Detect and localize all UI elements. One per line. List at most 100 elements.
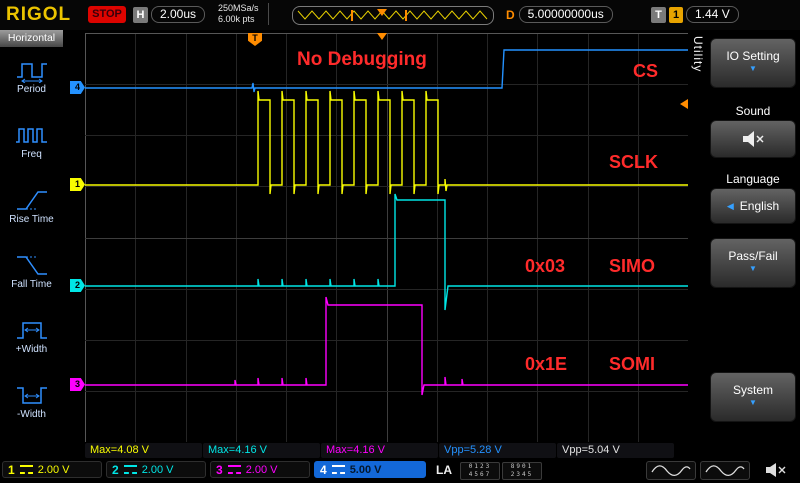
annotation-simo: SIMO [609, 256, 656, 276]
menu-item-minus-width[interactable]: -Width [0, 377, 63, 441]
source-waveform-slot-2[interactable] [700, 461, 750, 480]
channel2-marker[interactable]: 2 [70, 279, 85, 292]
menu-item-label: Rise Time [9, 214, 54, 225]
logic-analyzer-label[interactable]: LA [436, 463, 452, 477]
channel4-number: 4 [320, 462, 327, 477]
delay-position-marker-icon[interactable] [377, 33, 387, 40]
period-icon [16, 63, 47, 83]
io-setting-button[interactable]: IO Setting ▼ [710, 38, 796, 88]
dc-coupling-icon [227, 465, 241, 474]
menu-item-fall-time[interactable]: Fall Time [0, 247, 63, 311]
trigger-level-value[interactable]: 1.44 V [686, 6, 739, 23]
menu-item-label: -Width [17, 409, 46, 420]
waveform-display-area: T No Debugging CS SCLK 0x03 SIMO 0x1E SO… [85, 33, 688, 442]
annotation-cs: CS [633, 61, 659, 81]
fall-time-icon [16, 256, 47, 275]
acquisition-info: 250MSa/s 6.00k pts [218, 3, 269, 25]
menu-item-label: Period [17, 84, 46, 95]
channel4-marker[interactable]: 4 [70, 81, 85, 94]
la-row: 8901 [510, 463, 534, 470]
channel3-marker[interactable]: 3 [70, 378, 85, 391]
speaker-mute-icon [766, 463, 786, 477]
memory-position-bar[interactable] [292, 6, 494, 25]
channel2-number: 2 [112, 462, 119, 477]
h-scale-value[interactable]: 2.00us [151, 6, 206, 23]
menu-item-freq[interactable]: Freq [0, 117, 63, 181]
chevron-down-icon: ▼ [749, 398, 757, 407]
dc-coupling-icon [19, 465, 33, 474]
channel1-number: 1 [8, 462, 15, 477]
la-row: 4567 [468, 471, 492, 478]
annotation-simo-hex: 0x03 [525, 256, 566, 276]
utility-tab: Utility [691, 36, 705, 73]
delay-label: D [506, 7, 515, 22]
measurement-vpp: Vpp=5.04 V [557, 443, 674, 458]
utility-softkey-menu: Utility IO Setting ▼ Sound Language ◀ En… [688, 30, 800, 443]
waveform-plot [85, 49, 688, 396]
left-menu-title: Horizontal [0, 30, 63, 47]
channel4-scale: 5.00 V [349, 463, 382, 476]
chevron-left-icon: ◀ [726, 200, 734, 211]
dc-coupling-icon [331, 465, 345, 474]
io-setting-label: IO Setting [726, 49, 780, 63]
trigger-group: T 1 1.44 V [651, 6, 739, 23]
measurement-ch3-max: Max=4.16 V [321, 443, 438, 458]
horizontal-scale-group: H 2.00us [133, 6, 206, 23]
dc-coupling-icon [123, 465, 137, 474]
memory-window-bracket-left [351, 10, 353, 21]
channel4-status[interactable]: 4 5.00 V [314, 461, 426, 478]
menu-item-plus-width[interactable]: +Width [0, 312, 63, 376]
la-digital-channels-high[interactable]: 8901 2345 [502, 462, 542, 480]
chevron-down-icon: ▼ [749, 64, 757, 73]
measurement-results-bar: Max=4.08 V Max=4.16 V Max=4.16 V Vpp=5.2… [0, 443, 800, 459]
system-button[interactable]: System ▼ [710, 372, 796, 422]
menu-item-label: Freq [21, 149, 42, 160]
pass-fail-button[interactable]: Pass/Fail ▼ [710, 238, 796, 288]
memory-trigger-marker-icon [377, 9, 387, 16]
plus-width-icon [16, 322, 47, 339]
channel1-scale: 2.00 V [37, 463, 70, 476]
channel1-status[interactable]: 1 2.00 V [2, 461, 102, 478]
annotation-somi: SOMI [609, 354, 656, 374]
run-state-badge[interactable]: STOP [88, 6, 126, 23]
la-row: 2345 [510, 471, 534, 478]
annotation-somi-hex: 0x1E [525, 354, 568, 374]
menu-item-rise-time[interactable]: Rise Time [0, 182, 63, 246]
system-label: System [732, 383, 773, 397]
chevron-down-icon: ▼ [749, 264, 757, 273]
menu-item-label: Fall Time [11, 279, 52, 290]
source-waveform-slot-1[interactable] [646, 461, 696, 480]
la-row: 0123 [468, 463, 492, 470]
sound-label: Sound [735, 104, 771, 118]
trigger-source-badge[interactable]: 1 [669, 6, 683, 23]
rigol-logo: RIGOL [6, 4, 72, 25]
sine-wave-icon [705, 465, 745, 477]
channel1-marker[interactable]: 1 [70, 178, 85, 191]
minus-width-icon [16, 387, 47, 404]
measurement-ch1-max: Max=4.08 V [85, 443, 202, 458]
annotation-banner: No Debugging [297, 49, 427, 70]
channel2-scale: 2.00 V [141, 463, 174, 476]
menu-item-period[interactable]: Period [0, 52, 63, 116]
channel2-status[interactable]: 2 2.00 V [106, 461, 206, 478]
rise-time-icon [16, 191, 47, 210]
la-digital-channels-low[interactable]: 0123 4567 [460, 462, 500, 480]
sound-button[interactable] [710, 120, 796, 158]
memory-window-bracket-right [405, 10, 407, 21]
annotation-sclk: SCLK [609, 152, 658, 172]
sine-wave-icon [651, 465, 691, 477]
channel3-status[interactable]: 3 2.00 V [210, 461, 310, 478]
delay-value[interactable]: 5.00000000us [518, 6, 613, 23]
pass-fail-label: Pass/Fail [728, 249, 778, 263]
channel3-scale: 2.00 V [245, 463, 278, 476]
h-label: H [133, 6, 148, 23]
language-value: English [739, 199, 780, 213]
trigger-level-marker-icon[interactable] [680, 99, 688, 109]
measurement-ch4-vpp: Vpp=5.28 V [439, 443, 556, 458]
speaker-mute-icon [743, 131, 764, 147]
language-select[interactable]: ◀ English [710, 188, 796, 224]
freq-icon [15, 128, 47, 143]
top-status-bar: RIGOL STOP H 2.00us 250MSa/s 6.00k pts D… [0, 0, 800, 30]
menu-item-label: +Width [15, 344, 48, 355]
measurement-ch2-max: Max=4.16 V [203, 443, 320, 458]
